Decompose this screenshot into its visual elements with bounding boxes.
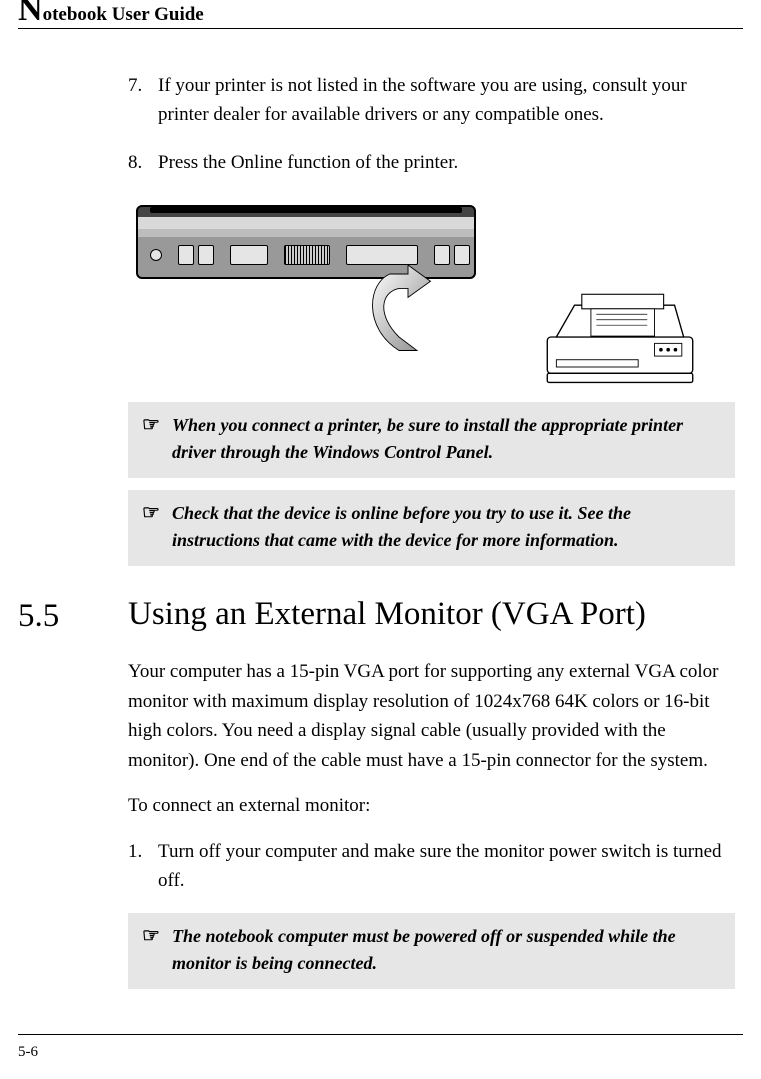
printer-connection-figure	[128, 205, 735, 390]
note-box-1: ☞ When you connect a printer, be sure to…	[128, 402, 735, 478]
paragraph: To connect an external monitor:	[128, 791, 735, 820]
vga-port-icon	[230, 245, 268, 265]
list-text: Turn off your computer and make sure the…	[158, 837, 735, 896]
parallel-port-icon	[346, 245, 418, 265]
section-number: 5.5	[18, 596, 128, 635]
page-header: Notebook User Guide	[18, 4, 743, 29]
port-icon	[454, 245, 470, 265]
list-number: 7.	[128, 71, 158, 130]
port-icon	[198, 245, 214, 265]
footer-rule	[18, 1034, 743, 1035]
page-number: 5-6	[18, 1044, 38, 1061]
pointer-icon: ☞	[142, 500, 172, 554]
section-title: Using an External Monitor (VGA Port)	[128, 596, 743, 635]
pointer-icon: ☞	[142, 412, 172, 466]
note-text: The notebook computer must be powered of…	[172, 923, 721, 977]
port-icon	[434, 245, 450, 265]
printer-illustration	[535, 287, 705, 387]
port-icon	[178, 245, 194, 265]
power-icon	[150, 249, 162, 261]
list-text: If your printer is not listed in the sof…	[158, 71, 735, 130]
note-text: When you connect a printer, be sure to i…	[172, 412, 721, 466]
list-text: Press the Online function of the printer…	[158, 148, 735, 177]
list-number: 8.	[128, 148, 158, 177]
note-box-3: ☞ The notebook computer must be powered …	[128, 913, 735, 989]
content-column: 7. If your printer is not listed in the …	[128, 71, 735, 566]
note-box-2: ☞ Check that the device is online before…	[128, 490, 735, 566]
header-title-rest: otebook User Guide	[43, 4, 204, 25]
header-title: Notebook User Guide	[18, 4, 204, 25]
section-heading: 5.5 Using an External Monitor (VGA Port)	[18, 596, 743, 635]
list-item-1: 1. Turn off your computer and make sure …	[128, 837, 735, 896]
header-dropcap: N	[18, 0, 43, 28]
slot-icon	[284, 245, 330, 265]
content-column: Your computer has a 15-pin VGA port for …	[128, 657, 735, 989]
pointer-icon: ☞	[142, 923, 172, 977]
arrow-icon	[363, 265, 453, 355]
list-item-7: 7. If your printer is not listed in the …	[128, 71, 735, 130]
note-text: Check that the device is online before y…	[172, 500, 721, 554]
page: Notebook User Guide 7. If your printer i…	[0, 0, 761, 1079]
list-number: 1.	[128, 837, 158, 896]
list-item-8: 8. Press the Online function of the prin…	[128, 148, 735, 177]
paragraph: Your computer has a 15-pin VGA port for …	[128, 657, 735, 775]
